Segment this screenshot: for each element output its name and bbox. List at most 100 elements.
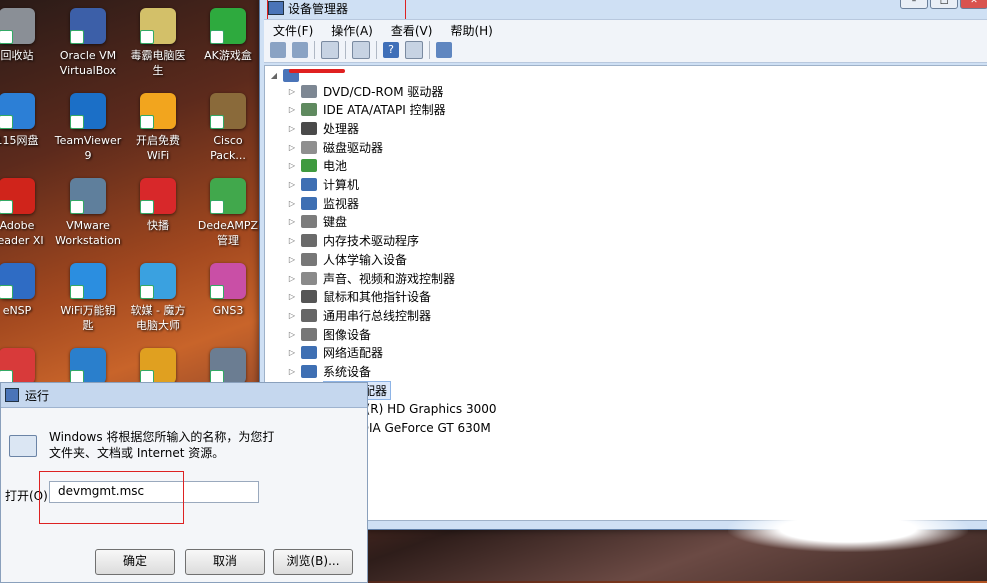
monitor-icon bbox=[301, 196, 317, 210]
battery-icon bbox=[301, 159, 317, 173]
menu-view[interactable]: 查看(V) bbox=[382, 20, 442, 38]
desktop-icon-ensp[interactable]: eNSP bbox=[0, 263, 54, 318]
tree-category[interactable]: ▷ 磁盘驱动器 bbox=[287, 138, 383, 156]
tree-category[interactable]: ▷ DVD/CD-ROM 驱动器 bbox=[287, 82, 443, 100]
computer-icon bbox=[301, 178, 317, 191]
ok-button[interactable]: 确定 bbox=[95, 549, 175, 575]
tree-category[interactable]: ▷ 电池 bbox=[287, 157, 347, 175]
tree-category[interactable]: ▷ 人体学输入设备 bbox=[287, 250, 407, 268]
toolbar-separator bbox=[429, 40, 430, 59]
tree-category[interactable]: ▷ 声音、视频和游戏控制器 bbox=[287, 269, 455, 287]
back-arrow-icon[interactable] bbox=[270, 41, 286, 58]
tree-category[interactable]: ▷ 处理器 bbox=[287, 119, 359, 137]
tree-category-label: 监视器 bbox=[323, 196, 360, 211]
expand-triangle-icon[interactable]: ▷ bbox=[287, 292, 297, 301]
desktop-icon-vmware[interactable]: VMware Workstation bbox=[51, 178, 125, 248]
tree-category-label: 通用串行总线控制器 bbox=[323, 308, 432, 323]
virtualbox-icon bbox=[70, 8, 106, 44]
desktop-icon-dedeampz[interactable]: DedeAMPZ 管理 bbox=[191, 178, 265, 248]
menu-file[interactable]: 文件(F) bbox=[264, 20, 322, 38]
tree-category[interactable]: ▷ 监视器 bbox=[287, 194, 359, 212]
disk-drive-icon bbox=[301, 140, 317, 154]
desktop-icon-ak-game-box[interactable]: AK游戏盒 bbox=[191, 8, 265, 63]
expand-triangle-icon[interactable]: ▷ bbox=[287, 311, 297, 320]
tree-category-label: 处理器 bbox=[323, 121, 360, 136]
run-icon bbox=[5, 388, 19, 402]
expand-triangle-icon[interactable]: ▷ bbox=[287, 274, 297, 283]
qq-penguin-icon bbox=[140, 348, 176, 384]
keyboard-icon bbox=[301, 215, 317, 229]
tree-category[interactable]: ▷ 系统设备 bbox=[287, 363, 371, 381]
expand-triangle-icon[interactable]: ▷ bbox=[287, 180, 297, 189]
expand-triangle-icon[interactable]: ▷ bbox=[287, 199, 297, 208]
tree-category-label: 网络适配器 bbox=[323, 346, 384, 361]
action-pane-icon[interactable] bbox=[405, 40, 423, 59]
hid-icon bbox=[301, 252, 317, 266]
expand-triangle-icon[interactable]: ▷ bbox=[287, 348, 297, 357]
wifi-icon bbox=[140, 93, 176, 129]
show-hide-console-icon[interactable] bbox=[321, 40, 339, 59]
help-icon[interactable]: ? bbox=[383, 41, 399, 58]
expand-triangle-icon[interactable]: ▷ bbox=[287, 330, 297, 339]
desktop-icon-free-wifi[interactable]: 开启免费 WiFi bbox=[121, 93, 195, 163]
device-manager-icon bbox=[268, 1, 284, 15]
desktop-icon-rubik-master[interactable]: 软媒 - 魔方 电脑大师 bbox=[121, 263, 195, 333]
minimize-icon[interactable]: – bbox=[900, 0, 928, 9]
desktop-icon-duba-doctor[interactable]: 毒霸电脑医 生 bbox=[121, 8, 195, 78]
pdf-reader-icon bbox=[0, 178, 35, 214]
run-title-bar: 运行 bbox=[1, 383, 367, 408]
tree-category[interactable]: ▷ IDE ATA/ATAPI 控制器 bbox=[287, 101, 446, 119]
expand-triangle-icon[interactable]: ▷ bbox=[287, 236, 297, 245]
tree-category[interactable]: ▷ 通用串行总线控制器 bbox=[287, 306, 431, 324]
desktop-icon-qvod[interactable]: 快播 bbox=[121, 178, 195, 233]
tree-category[interactable]: ▷ 网络适配器 bbox=[287, 344, 383, 362]
redaction-mark bbox=[289, 69, 345, 73]
desktop-icon-recycle-bin[interactable]: 回收站 bbox=[0, 8, 54, 63]
desktop-icon-cisco-packet[interactable]: Cisco Pack... bbox=[191, 93, 265, 163]
watermark-smudge bbox=[728, 506, 968, 552]
gamepad-icon bbox=[210, 8, 246, 44]
memory-icon bbox=[301, 234, 317, 248]
expand-triangle-icon[interactable]: ▷ bbox=[287, 255, 297, 264]
tree-category-label: 电池 bbox=[323, 159, 348, 174]
cancel-button[interactable]: 取消 bbox=[185, 549, 265, 575]
desktop-icon-wifi-key[interactable]: WiFi万能钥 匙 bbox=[51, 263, 125, 333]
processor-icon bbox=[301, 121, 317, 135]
system-device-icon bbox=[301, 365, 317, 378]
imaging-icon bbox=[301, 327, 317, 341]
close-icon[interactable]: ✕ bbox=[960, 0, 987, 9]
properties-icon[interactable] bbox=[352, 40, 370, 59]
desktop-icon-115-drive[interactable]: 115网盘 bbox=[0, 93, 54, 148]
expand-triangle-icon[interactable]: ▷ bbox=[287, 217, 297, 226]
tree-category-label: 图像设备 bbox=[323, 327, 372, 342]
tree-category[interactable]: ▷ 键盘 bbox=[287, 213, 347, 231]
tree-category[interactable]: ▷ 图像设备 bbox=[287, 325, 371, 343]
menu-help[interactable]: 帮助(H) bbox=[441, 20, 501, 38]
desktop-icon-virtualbox[interactable]: Oracle VM VirtualBox bbox=[51, 8, 125, 78]
expand-triangle-icon[interactable]: ▷ bbox=[287, 87, 297, 96]
vmware-icon bbox=[70, 178, 106, 214]
expand-triangle-icon[interactable]: ▷ bbox=[287, 124, 297, 133]
expand-triangle-icon[interactable]: ▷ bbox=[287, 161, 297, 170]
run-description-line2: 文件夹、文档或 Internet 资源。 bbox=[49, 446, 225, 460]
expand-triangle-icon[interactable]: ▷ bbox=[287, 143, 297, 152]
tree-category[interactable]: ▷ 鼠标和其他指针设备 bbox=[287, 288, 431, 306]
maximize-icon[interactable]: □ bbox=[930, 0, 958, 9]
network-adapter-icon bbox=[301, 346, 317, 360]
browse-button[interactable]: 浏览(B)... bbox=[273, 549, 353, 575]
forward-arrow-icon[interactable] bbox=[292, 41, 308, 58]
desktop-icon-adobe-reader[interactable]: Adobe Reader XI bbox=[0, 178, 54, 248]
desktop-icon-teamviewer[interactable]: TeamViewer 9 bbox=[51, 93, 125, 163]
expand-triangle-icon[interactable]: ▷ bbox=[287, 367, 297, 376]
windows-tiles-icon bbox=[140, 263, 176, 299]
tree-category[interactable]: ▷ 内存技术驱动程序 bbox=[287, 232, 419, 250]
scan-hardware-icon[interactable] bbox=[436, 41, 452, 58]
run-dialog: 运行 Windows 将根据您所输入的名称，为您打 文件夹、文档或 Intern… bbox=[0, 382, 368, 583]
menu-action[interactable]: 操作(A) bbox=[322, 20, 382, 38]
tree-category-label: 人体学输入设备 bbox=[323, 252, 408, 267]
tree-category[interactable]: ▷ 计算机 bbox=[287, 176, 359, 194]
expand-triangle-icon[interactable]: ▷ bbox=[287, 105, 297, 114]
collapse-triangle-icon[interactable]: ◢ bbox=[269, 71, 279, 80]
desktop-icon-gns3[interactable]: GNS3 bbox=[191, 263, 265, 318]
device-tree: ◢ ▷ DVD/CD-ROM 驱动器 ▷ IDE ATA/ATAPI 控制器 ▷ 处理器 ▷… bbox=[264, 65, 987, 521]
